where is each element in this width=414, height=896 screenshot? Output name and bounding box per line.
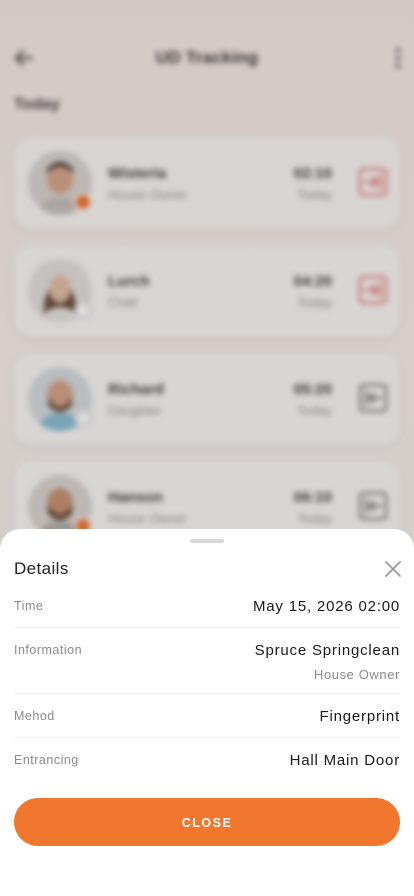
detail-label: Time bbox=[14, 599, 44, 613]
drag-handle[interactable] bbox=[190, 539, 224, 543]
detail-label: Mehod bbox=[14, 709, 55, 723]
detail-row-method: Mehod Fingerprint bbox=[14, 708, 400, 738]
detail-value: Fingerprint bbox=[319, 708, 400, 725]
sheet-title: Details bbox=[14, 559, 69, 578]
detail-row-entrancing: Entrancing Hall Main Door bbox=[14, 752, 400, 773]
detail-value: Spruce Springclean bbox=[254, 642, 400, 659]
detail-label: Information bbox=[14, 643, 83, 657]
screen: UD Tracking Today Wisteria House Owner 0… bbox=[0, 0, 414, 896]
detail-subvalue: House Owner bbox=[313, 667, 400, 682]
detail-value: May 15, 2026 02:00 bbox=[253, 598, 400, 615]
detail-label: Entrancing bbox=[14, 753, 79, 767]
close-icon[interactable] bbox=[384, 560, 402, 578]
close-button[interactable]: CLOSE bbox=[14, 798, 400, 846]
detail-value: Hall Main Door bbox=[289, 752, 400, 769]
detail-row-time: Time May 15, 2026 02:00 bbox=[14, 598, 400, 628]
details-bottom-sheet: Details Time May 15, 2026 02:00 Informat… bbox=[0, 529, 414, 896]
detail-row-information: Information Spruce Springclean House Own… bbox=[14, 642, 400, 694]
